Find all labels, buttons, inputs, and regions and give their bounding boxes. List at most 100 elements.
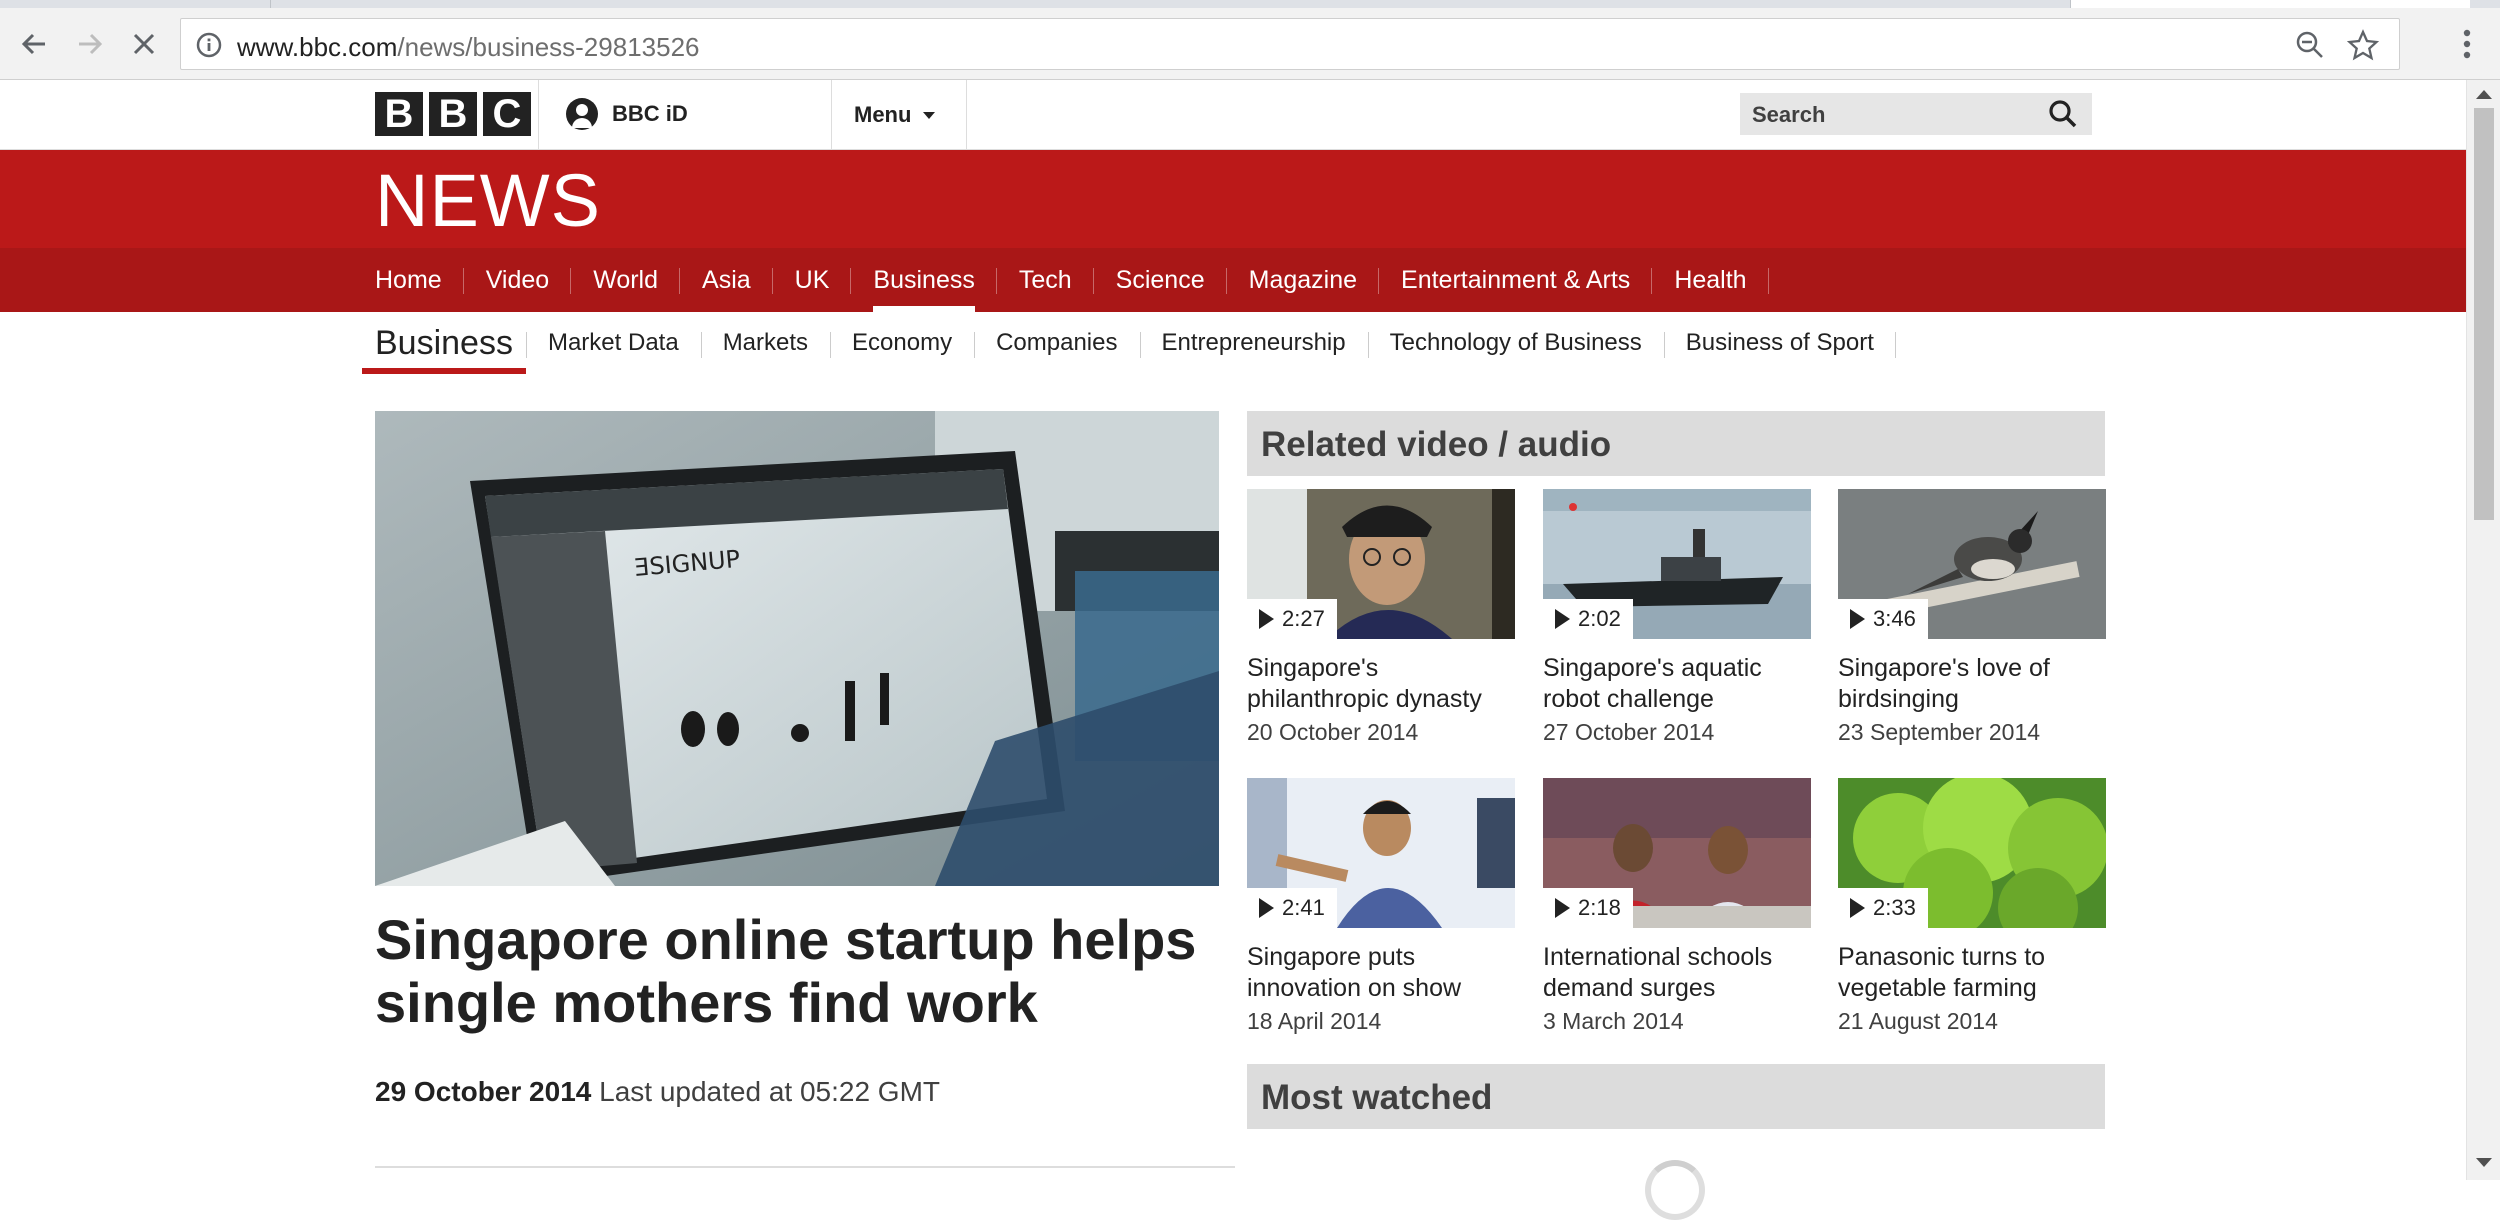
menu-button[interactable]: Menu (854, 102, 936, 128)
video-date: 20 October 2014 (1247, 719, 1419, 745)
story-divider (375, 1166, 1235, 1168)
logo-letter: C (483, 92, 531, 136)
scroll-down-icon[interactable] (2476, 1158, 2492, 1167)
nav-item-home[interactable]: Home (375, 248, 464, 312)
secondary-nav-list: Business Market Data Markets Economy Compan… (362, 312, 1896, 374)
address-bar[interactable]: www.bbc.com/news/business-29813526 (180, 18, 2400, 70)
nav-item-health[interactable]: Health (1652, 248, 1769, 312)
subnav-item-entrepreneurship[interactable]: Entrepreneurship (1139, 312, 1368, 374)
subnav-title-business[interactable]: Business (362, 312, 526, 374)
related-video-card[interactable]: 2:41 Singapore puts innovation on show 18 … (1247, 778, 1515, 1035)
nav-item-label: Business (873, 265, 975, 294)
nav-item-label: World (593, 265, 659, 294)
play-icon (1555, 898, 1570, 918)
play-icon (1850, 898, 1865, 918)
nav-item-entertainment-arts[interactable]: Entertainment & Arts (1379, 248, 1653, 312)
nav-item-magazine[interactable]: Magazine (1227, 248, 1380, 312)
page-scrollbar[interactable] (2466, 80, 2500, 1180)
video-date: 21 August 2014 (1838, 1008, 1998, 1034)
nav-item-business[interactable]: Business (851, 248, 998, 312)
info-icon[interactable] (195, 31, 223, 64)
browser-tab-active[interactable] (2070, 0, 2470, 8)
search-icon[interactable] (2048, 99, 2078, 134)
most-watched-title: Most watched (1261, 1078, 1493, 1117)
video-thumbnail[interactable]: 3:46 (1838, 489, 2106, 639)
subnav-title-label: Business (375, 323, 513, 362)
masthead-divider (538, 80, 539, 150)
video-thumbnail[interactable]: 2:18 (1543, 778, 1811, 928)
video-thumbnail[interactable]: 2:27 (1247, 489, 1515, 639)
video-title[interactable]: Singapore's love of birdsinging (1838, 653, 2106, 715)
related-video-card[interactable]: 2:02 Singapore's aquatic robot challenge 2… (1543, 489, 1811, 746)
video-duration-badge: 2:41 (1247, 888, 1337, 928)
nav-item-world[interactable]: World (571, 248, 680, 312)
play-icon (1259, 609, 1274, 629)
active-underline (362, 368, 526, 374)
video-title[interactable]: Panasonic turns to vegetable farming (1838, 942, 2106, 1004)
news-section-title[interactable]: NEWS (375, 158, 601, 243)
video-duration-badge: 3:46 (1838, 599, 1928, 639)
search-placeholder: Search (1752, 102, 1826, 127)
video-duration-badge: 2:27 (1247, 599, 1337, 639)
browser-menu-icon[interactable] (2452, 24, 2482, 64)
nav-item-uk[interactable]: UK (773, 248, 852, 312)
subnav-item-business-of-sport[interactable]: Business of Sport (1663, 312, 1896, 374)
forward-icon[interactable] (70, 24, 110, 64)
video-thumbnail[interactable]: 2:33 (1838, 778, 2106, 928)
news-banner: NEWS (0, 150, 2466, 248)
nav-item-label: Home (375, 265, 442, 294)
subnav-item-technology-of-business[interactable]: Technology of Business (1367, 312, 1664, 374)
url-host: www.bbc.com (237, 32, 398, 62)
bookmark-star-icon[interactable] (2346, 29, 2380, 66)
related-video-card[interactable]: 3:46 Singapore's love of birdsinging 23 Se… (1838, 489, 2106, 746)
nav-item-video[interactable]: Video (464, 248, 572, 312)
video-duration: 3:46 (1873, 606, 1916, 631)
nav-item-label: Video (485, 265, 550, 294)
video-thumbnail[interactable]: 2:41 (1247, 778, 1515, 928)
video-title[interactable]: Singapore's philanthropic dynasty (1247, 653, 1515, 715)
nav-item-label: Health (1674, 265, 1747, 294)
bbc-logo[interactable]: B B C (375, 92, 531, 136)
play-icon (1850, 609, 1865, 629)
nav-item-label: Science (1115, 265, 1205, 294)
most-watched-heading: Most watched (1247, 1064, 2105, 1129)
video-date: 18 April 2014 (1247, 1008, 1382, 1034)
video-date: 27 October 2014 (1543, 719, 1715, 745)
menu-label: Menu (854, 102, 912, 127)
masthead-divider (966, 80, 967, 150)
video-duration-badge: 2:33 (1838, 888, 1928, 928)
nav-item-tech[interactable]: Tech (997, 248, 1094, 312)
video-title[interactable]: Singapore puts innovation on show (1247, 942, 1515, 1004)
bbc-id-label: BBC iD (612, 101, 688, 126)
search-input[interactable]: Search (1740, 93, 2092, 135)
video-duration: 2:27 (1282, 606, 1325, 631)
subnav-item-economy[interactable]: Economy (830, 312, 974, 374)
nav-item-science[interactable]: Science (1094, 248, 1227, 312)
video-duration: 2:41 (1282, 895, 1325, 920)
subnav-item-companies[interactable]: Companies (974, 312, 1139, 374)
video-duration-badge: 2:02 (1543, 599, 1633, 639)
zoom-icon[interactable] (2295, 30, 2325, 65)
video-title[interactable]: Singapore's aquatic robot challenge (1543, 653, 1811, 715)
primary-nav-list: Home Video World Asia UK Business Tech Science M… (375, 248, 1769, 312)
video-thumbnail[interactable]: 2:02 (1543, 489, 1811, 639)
nav-item-label: UK (794, 265, 830, 294)
subnav-item-markets[interactable]: Markets (700, 312, 830, 374)
video-duration-badge: 2:18 (1543, 888, 1633, 928)
video-duration: 2:02 (1578, 606, 1621, 631)
nav-item-asia[interactable]: Asia (680, 248, 773, 312)
loading-spinner-icon (1645, 1160, 1705, 1220)
stop-loading-icon[interactable] (124, 24, 164, 64)
related-video-card[interactable]: 2:18 International schools demand surges 3… (1543, 778, 1811, 1035)
bbc-id-link[interactable]: BBC iD (566, 98, 688, 130)
related-video-card[interactable]: 2:27 Singapore's philanthropic dynasty 20 … (1247, 489, 1515, 746)
subnav-item-market-data[interactable]: Market Data (525, 312, 701, 374)
related-video-card[interactable]: 2:33 Panasonic turns to vegetable farming… (1838, 778, 2106, 1035)
scroll-up-icon[interactable] (2476, 90, 2492, 99)
nav-item-label: Asia (702, 265, 751, 294)
video-title[interactable]: International schools demand surges (1543, 942, 1811, 1004)
browser-tab[interactable] (270, 0, 1850, 8)
back-icon[interactable] (14, 24, 54, 64)
scrollbar-thumb[interactable] (2474, 108, 2494, 520)
video-duration: 2:33 (1873, 895, 1916, 920)
